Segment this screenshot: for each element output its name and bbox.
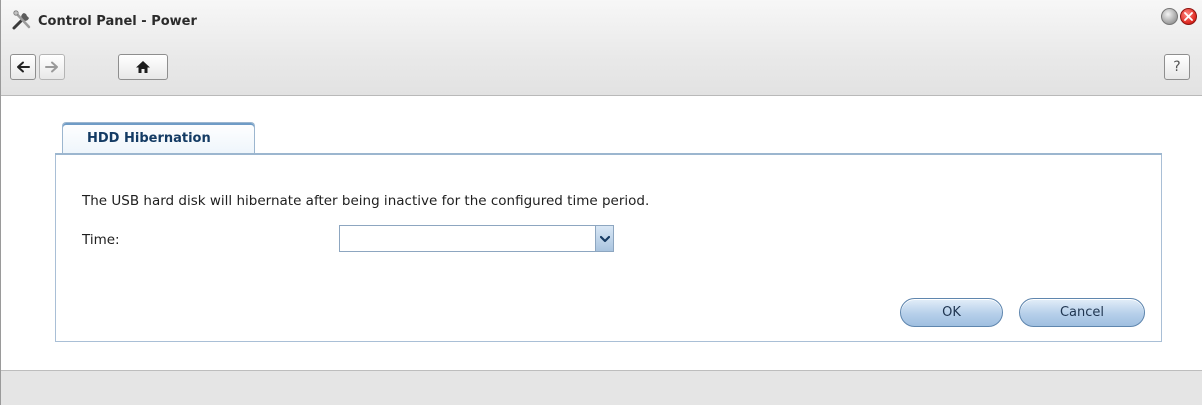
window-title: Control Panel - Power [38,14,197,29]
back-button[interactable] [10,54,36,80]
title-bar: Control Panel - Power ? [1,0,1202,96]
status-bar [1,370,1202,405]
close-icon [1184,12,1193,21]
cancel-button[interactable]: Cancel [1019,298,1145,327]
control-panel-window: Control Panel - Power ? HDD Hibernation [0,0,1202,405]
help-button[interactable]: ? [1164,54,1190,80]
forward-button[interactable] [39,54,65,80]
tab-hdd-hibernation[interactable]: HDD Hibernation [62,122,255,154]
ok-button[interactable]: OK [900,298,1003,327]
time-select[interactable] [339,225,614,252]
description-text: The USB hard disk will hibernate after b… [82,193,650,209]
arrow-right-icon [45,61,58,73]
minimize-button[interactable] [1161,8,1178,25]
tab-label: HDD Hibernation [87,131,211,146]
home-button[interactable] [118,54,168,80]
time-label: Time: [82,232,120,248]
arrow-left-icon [17,61,30,73]
home-icon [136,61,150,73]
tools-icon [11,9,33,31]
close-button[interactable] [1180,8,1197,25]
chevron-down-icon[interactable] [595,226,613,251]
